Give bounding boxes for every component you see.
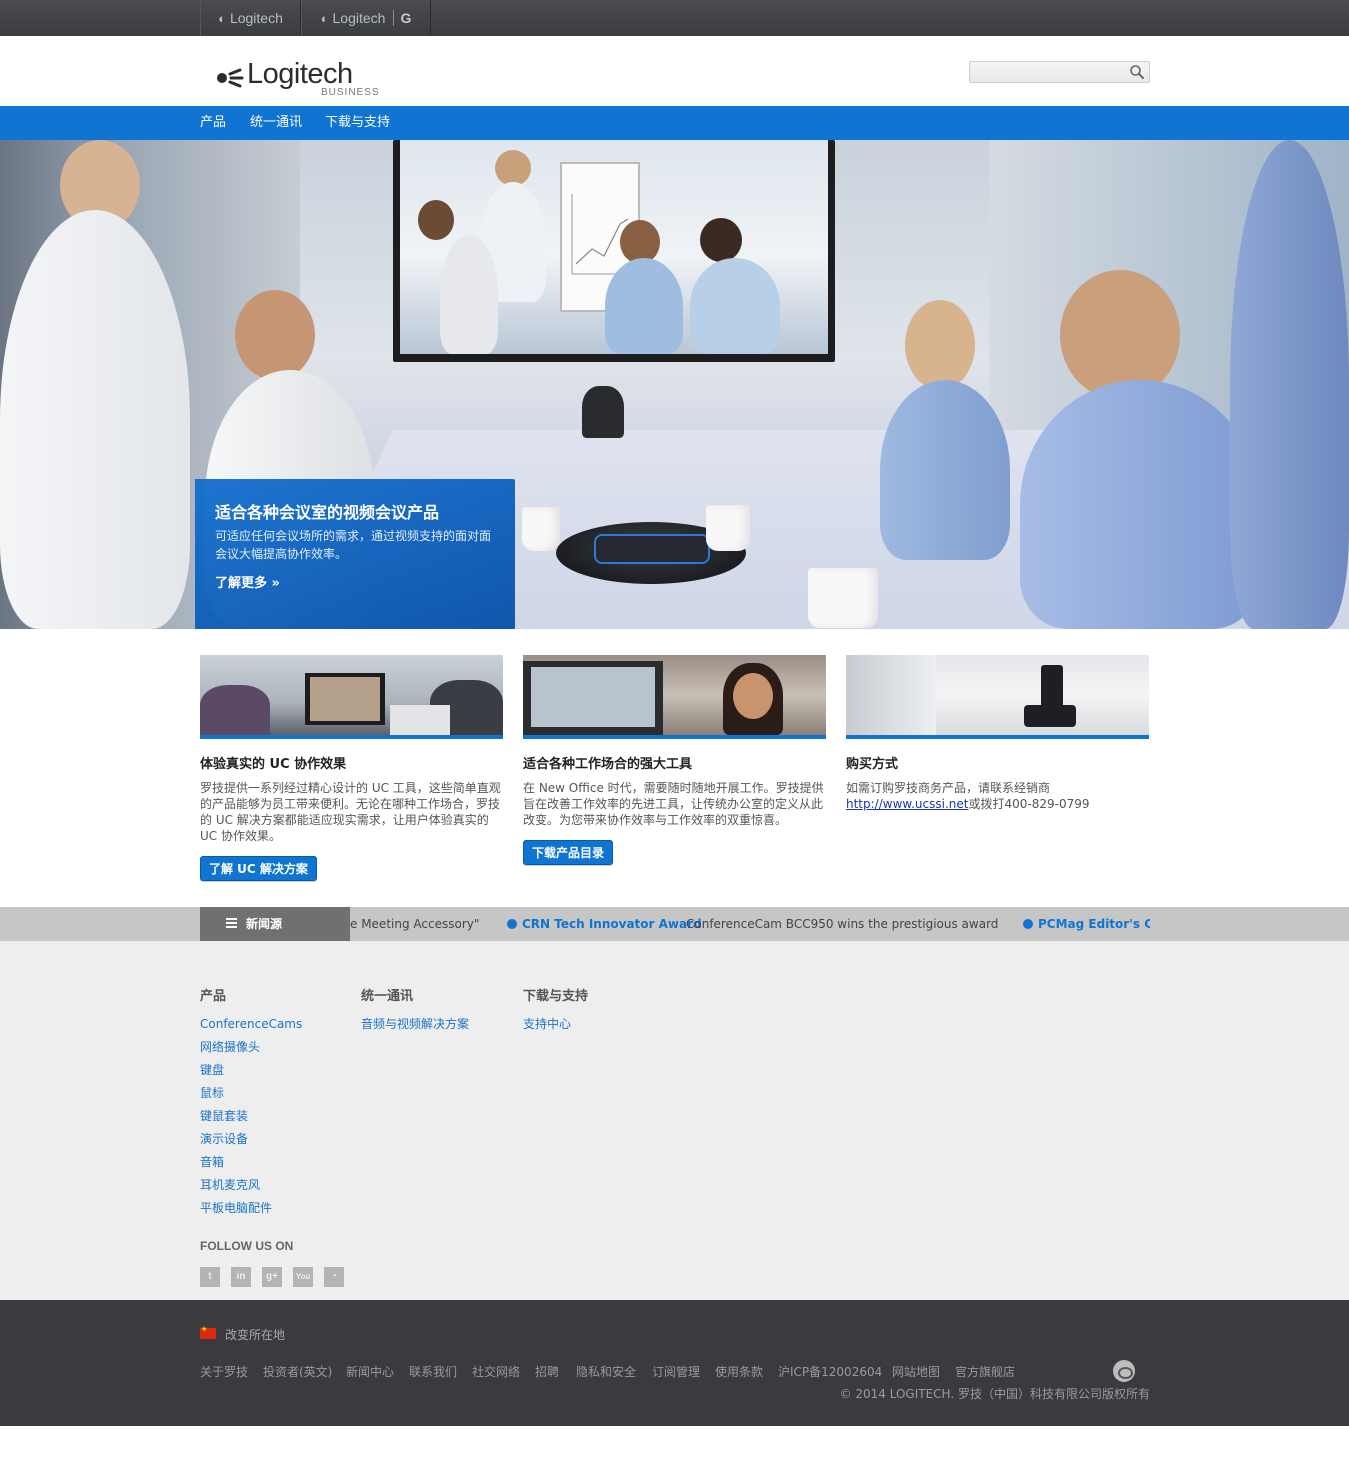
china-flag-icon bbox=[200, 1325, 216, 1339]
main-nav: 产品 统一通讯 下载与支持 bbox=[0, 106, 1349, 140]
feature-title: 购买方式 bbox=[846, 757, 899, 772]
news-item-text[interactable]: e Meeting Accessory" bbox=[350, 907, 479, 941]
footer-link[interactable]: 订阅管理 bbox=[652, 1363, 700, 1380]
footer-link[interactable]: 关于罗技 bbox=[200, 1363, 248, 1380]
googleplus-icon[interactable]: g+ bbox=[262, 1267, 282, 1287]
feature-title: 适合各种工作场合的强大工具 bbox=[523, 757, 693, 772]
sitemap-link[interactable]: ConferenceCams bbox=[200, 1013, 302, 1036]
change-location-link[interactable]: 改变所在地 bbox=[225, 1326, 285, 1343]
feature-image-headset[interactable] bbox=[523, 655, 826, 735]
buy-description-text: 如需订购罗技商务产品，请联系经销商 bbox=[846, 781, 1051, 795]
rss-icon[interactable]: ◔ bbox=[324, 1267, 344, 1287]
sitemap-column-products: 产品 ConferenceCams 网络摄像头 键盘 鼠标 键鼠套装 演示设备 … bbox=[200, 985, 302, 1220]
site-footer: 改变所在地 关于罗技 投资者(英文) 新闻中心 联系我们 社交网络 招聘 隐私和… bbox=[0, 1300, 1349, 1426]
search-icon[interactable] bbox=[1129, 64, 1145, 80]
sitemap-link[interactable]: 支持中心 bbox=[523, 1013, 588, 1036]
sitemap-link[interactable]: 键鼠套装 bbox=[200, 1105, 302, 1128]
news-ticker-track: e Meeting Accessory" CRN Tech Innovator … bbox=[350, 907, 1150, 941]
sitemap-heading: 产品 bbox=[200, 989, 227, 1004]
buy-phone-text: 或拨打400-829-0799 bbox=[968, 797, 1090, 811]
nav-item-products[interactable]: 产品 bbox=[200, 106, 226, 140]
brand-tab-label: Logitech bbox=[229, 10, 283, 26]
sitemap-heading: 统一通讯 bbox=[361, 989, 414, 1004]
brand-tab-logitech[interactable]: ◐ Logitech bbox=[200, 0, 301, 36]
youtube-icon[interactable]: You bbox=[293, 1267, 313, 1287]
logitech-mark-icon: ◐ bbox=[320, 10, 329, 26]
learn-uc-solutions-button[interactable]: 了解 UC 解决方案 bbox=[200, 856, 317, 881]
logitech-mark-icon: ◐ bbox=[218, 10, 226, 26]
footer-link[interactable]: 投资者(英文) bbox=[263, 1363, 332, 1380]
nav-item-unified-communications[interactable]: 统一通讯 bbox=[250, 106, 302, 140]
news-list-icon bbox=[226, 918, 237, 928]
news-feed-title: 新闻源 bbox=[246, 917, 283, 931]
download-catalog-button[interactable]: 下载产品目录 bbox=[523, 840, 614, 865]
site-header: Logitech BUSINESS bbox=[0, 36, 1349, 106]
sitemap-section: 产品 ConferenceCams 网络摄像头 键盘 鼠标 键鼠套装 演示设备 … bbox=[0, 941, 1349, 1300]
footer-link[interactable]: 官方旗舰店 bbox=[955, 1363, 1015, 1380]
sitemap-link[interactable]: 音频与视频解决方案 bbox=[361, 1013, 469, 1036]
feature-card-uc: 体验真实的 UC 协作效果 罗技提供一系列经过精心设计的 UC 工具，这些简单直… bbox=[200, 655, 503, 881]
logitech-g-icon: G bbox=[393, 10, 411, 26]
hero-video-screen bbox=[393, 140, 835, 362]
feature-description: 如需订购罗技商务产品，请联系经销商 http://www.ucssi.net或拨… bbox=[846, 780, 1149, 812]
news-item-text[interactable]: ConferenceCam BCC950 wins the prestigiou… bbox=[686, 907, 998, 941]
footer-link[interactable]: 使用条款 bbox=[715, 1363, 763, 1380]
footer-link[interactable]: 网站地图 bbox=[892, 1363, 940, 1380]
copyright-text: © 2014 LOGITECH. 罗技（中国）科技有限公司版权所有 bbox=[839, 1387, 1150, 1401]
feature-card-buy: 购买方式 如需订购罗技商务产品，请联系经销商 http://www.ucssi.… bbox=[846, 655, 1149, 812]
search-box bbox=[969, 61, 1150, 83]
sitemap-link[interactable]: 演示设备 bbox=[200, 1128, 302, 1151]
sitemap-link[interactable]: 音箱 bbox=[200, 1151, 302, 1174]
brand-tab-label: Logitech bbox=[332, 10, 386, 26]
news-bullet-icon bbox=[507, 919, 517, 929]
footer-link[interactable]: 新闻中心 bbox=[346, 1363, 394, 1380]
hero-title: 适合各种会议室的视频会议产品 bbox=[215, 503, 440, 522]
sitemap-link[interactable]: 键盘 bbox=[200, 1059, 302, 1082]
feature-description: 在 New Office 时代，需要随时随地开展工作。罗技提供旨在改善工作效率的… bbox=[523, 781, 824, 827]
logitech-eye-icon bbox=[204, 64, 244, 92]
follow-us-label: FOLLOW US ON bbox=[200, 1239, 294, 1253]
feature-description: 罗技提供一系列经过精心设计的 UC 工具，这些简单直观的产品能够为员工带来便利。… bbox=[200, 781, 501, 843]
sitemap-column-uc: 统一通讯 音频与视频解决方案 bbox=[361, 985, 469, 1036]
feature-image-phone-dock[interactable] bbox=[846, 655, 1149, 735]
news-item-headline[interactable]: CRN Tech Innovator Award bbox=[522, 907, 702, 941]
footer-link[interactable]: 隐私和安全 bbox=[576, 1363, 636, 1380]
sitemap-link[interactable]: 鼠标 bbox=[200, 1082, 302, 1105]
hero-caption-panel: 适合各种会议室的视频会议产品 可适应任何会议场所的需求，通过视频支持的面对面会议… bbox=[195, 479, 515, 629]
hero-banner: 适合各种会议室的视频会议产品 可适应任何会议场所的需求，通过视频支持的面对面会议… bbox=[0, 140, 1349, 629]
footer-link[interactable]: 联系我们 bbox=[409, 1363, 457, 1380]
news-bullet-icon bbox=[1023, 919, 1033, 929]
nav-item-downloads-support[interactable]: 下载与支持 bbox=[325, 106, 390, 140]
feature-image-video-call[interactable] bbox=[200, 655, 503, 735]
brand-tab-logitech-g[interactable]: ◐ Logitech G bbox=[301, 0, 431, 36]
news-item-headline[interactable]: PCMag Editor's Cho bbox=[1038, 907, 1150, 941]
feature-card-tools: 适合各种工作场合的强大工具 在 New Office 时代，需要随时随地开展工作… bbox=[523, 655, 826, 865]
footer-link[interactable]: 社交网络 bbox=[472, 1363, 520, 1380]
dealer-link[interactable]: http://www.ucssi.net bbox=[846, 797, 968, 811]
twitter-icon[interactable]: t bbox=[200, 1267, 220, 1287]
sitemap-link[interactable]: 耳机麦克风 bbox=[200, 1174, 302, 1197]
sitemap-link[interactable]: 网络摄像头 bbox=[200, 1036, 302, 1059]
sitemap-link[interactable]: 平板电脑配件 bbox=[200, 1197, 302, 1220]
hero-learn-more-link[interactable]: 了解更多 » bbox=[215, 572, 280, 591]
search-input[interactable] bbox=[972, 63, 1127, 81]
news-feed-label: 新闻源 bbox=[200, 907, 350, 941]
logo-subtitle: BUSINESS bbox=[321, 87, 380, 98]
conference-camera-image bbox=[582, 386, 624, 438]
news-ticker: 新闻源 e Meeting Accessory" CRN Tech Innova… bbox=[0, 907, 1349, 941]
sitemap-heading: 下载与支持 bbox=[523, 989, 589, 1004]
top-brand-bar: ◐ Logitech ◐ Logitech G bbox=[0, 0, 1349, 36]
footer-link[interactable]: 招聘 bbox=[535, 1363, 559, 1380]
logitech-business-logo[interactable]: Logitech BUSINESS bbox=[200, 58, 390, 100]
feature-title: 体验真实的 UC 协作效果 bbox=[200, 757, 347, 772]
footer-link[interactable]: 沪ICP备12002604 bbox=[778, 1363, 882, 1380]
hero-description: 可适应任何会议场所的需求，通过视频支持的面对面会议大幅提高协作效率。 bbox=[215, 529, 492, 561]
weibo-icon[interactable] bbox=[1113, 1360, 1135, 1382]
linkedin-icon[interactable]: in bbox=[231, 1267, 251, 1287]
sitemap-column-support: 下载与支持 支持中心 bbox=[523, 985, 588, 1036]
